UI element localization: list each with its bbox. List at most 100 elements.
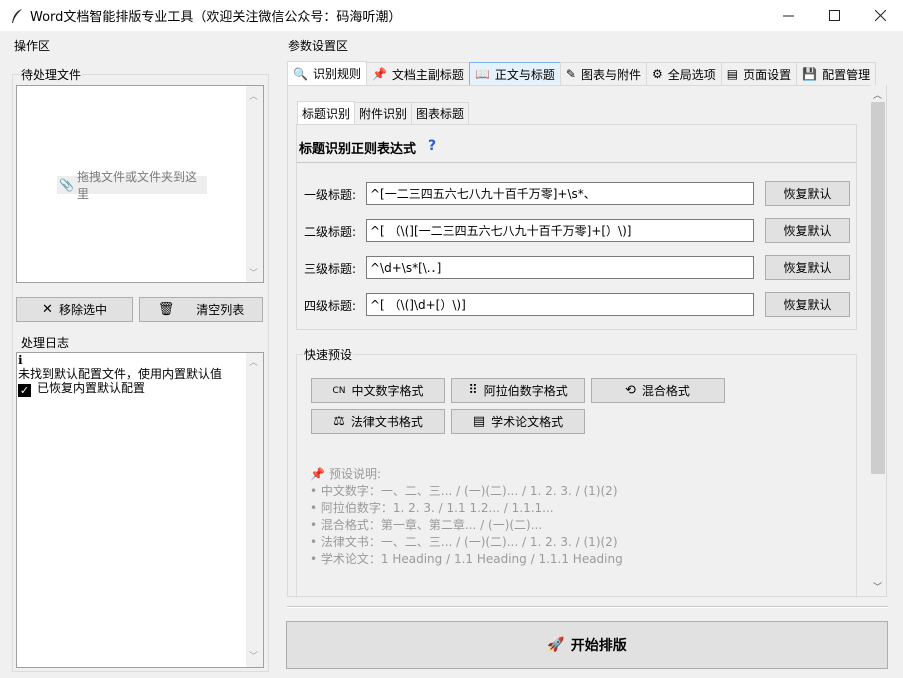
info-icon: ℹ <box>18 353 23 367</box>
pin-icon: 📌 <box>371 67 387 81</box>
preset-mixed-button[interactable]: ⟲ 混合格式 <box>591 378 725 403</box>
notes-title-text: 预设说明: <box>328 467 381 481</box>
log-line-text: 未找到默认配置文件，使用内置默认值 <box>18 367 223 381</box>
preset-chinese-button[interactable]: CN 中文数字格式 <box>311 378 445 403</box>
level1-reset-button[interactable]: 恢复默认 <box>765 181 850 206</box>
note-line: • 学术论文：1 Heading / 1.1 Heading / 1.1.1 H… <box>310 552 623 566</box>
scroll-up-icon[interactable]: ︿ <box>249 89 258 102</box>
page-icon: ▤ <box>726 67 739 81</box>
preset-academic-button[interactable]: ▤ 学术论文格式 <box>451 409 585 434</box>
level2-regex-input[interactable]: ^[ （\(][一二三四五六七八九十百千万零]+[）\)] <box>366 219 754 242</box>
operation-area-label: 操作区 <box>13 37 52 54</box>
parameter-area-label: 参数设置区 <box>287 37 350 54</box>
regex-section-title: 标题识别正则表达式 <box>299 142 417 157</box>
scales-icon: ⚖ <box>333 414 345 429</box>
tab-config-management[interactable]: 💾 配置管理 <box>796 62 877 85</box>
preset-label: 中文数字格式 <box>351 384 424 398</box>
preset-label: 法律文书格式 <box>350 415 423 429</box>
tab-label: 页面设置 <box>743 67 792 82</box>
note-line: • 中文数字：一、二、三... / (一)(二)... / 1. 2. 3. /… <box>310 484 618 498</box>
maximize-icon[interactable] <box>811 0 857 31</box>
level4-label: 四级标题: <box>304 299 357 313</box>
subtab-figure-titles[interactable]: 图表标题 <box>411 102 470 124</box>
clear-list-button[interactable]: 🗑 清空列表 <box>139 297 263 322</box>
pin-icon: 📌 <box>310 467 325 481</box>
minimize-icon[interactable] <box>765 0 811 31</box>
level3-label: 三级标题: <box>304 262 357 276</box>
preset-label: 学术论文格式 <box>491 415 564 429</box>
tab-body-headings[interactable]: 📖 正文与标题 <box>468 62 561 85</box>
level4-regex-input[interactable]: ^[ （\(]\d+[）\)] <box>366 293 754 316</box>
scrollbar-thumb[interactable] <box>871 102 885 474</box>
pending-files-label: 待处理文件 <box>20 66 83 83</box>
tab-global-options[interactable]: ⚙ 全局选项 <box>645 62 722 85</box>
remove-selected-button[interactable]: ✕ 移除选中 <box>16 297 133 322</box>
tab-label: 配置管理 <box>822 67 871 82</box>
log-line: ℹ <box>18 353 263 367</box>
note-line: • 阿拉伯数字：1. 2. 3. / 1.1 1.2... / 1.1.1... <box>310 501 554 515</box>
trash-icon: 🗑 <box>157 302 175 317</box>
sub-tabs: 标题识别 附件识别 图表标题 <box>297 101 470 124</box>
level2-reset-button[interactable]: 恢复默认 <box>765 218 850 243</box>
quick-preset-label: 快速预设 <box>303 346 354 363</box>
tab-label: 全局选项 <box>667 67 716 82</box>
log-scrollbar[interactable]: ︿ ﹀ <box>246 353 263 667</box>
level1-label: 一级标题: <box>304 188 357 202</box>
tab-figures-attachments[interactable]: ✎ 图表与附件 <box>559 62 647 85</box>
tab-doc-titles[interactable]: 📌 文档主副标题 <box>365 62 470 85</box>
level4-reset-button[interactable]: 恢复默认 <box>765 292 850 317</box>
subtab-heading-recognition[interactable]: 标题识别 <box>297 101 356 124</box>
subtab-attachment-recognition[interactable]: 附件识别 <box>354 102 413 124</box>
number-grid-icon: ⠿ <box>468 383 478 398</box>
note-line: • 法律文书：一、二、三... / (一)(二)... / 1. 2. 3. /… <box>310 535 618 549</box>
level2-label: 二级标题: <box>304 225 357 239</box>
level1-regex-input[interactable]: ^[一二三四五六七八九十百千万零]+\s*、 <box>366 182 754 205</box>
scroll-up-icon[interactable]: ︿ <box>249 356 258 370</box>
drop-hint-text: 拖拽文件或文件夹到这里 <box>76 170 197 201</box>
notes-title: 📌 预设说明: <box>310 466 623 483</box>
scroll-down-icon[interactable]: ﹀ <box>873 580 882 593</box>
book-icon: 📖 <box>474 67 490 81</box>
preset-notes: 📌 预设说明: • 中文数字：一、二、三... / (一)(二)... / 1. … <box>310 466 623 568</box>
rocket-icon: 🚀 <box>547 637 565 653</box>
level3-regex-input[interactable]: ^\d+\s*[\.．] <box>366 256 754 279</box>
clear-list-label: 清空列表 <box>196 303 245 317</box>
log-line: ✓ 已恢复内置默认配置 <box>18 381 263 397</box>
tab-recognition-rules[interactable]: 🔍 识别规则 <box>287 61 367 85</box>
tab-label: 识别规则 <box>312 67 361 81</box>
scroll-down-icon[interactable]: ﹀ <box>249 266 258 279</box>
tab-label: 图表与附件 <box>580 67 641 82</box>
preset-legal-button[interactable]: ⚖ 法律文书格式 <box>311 409 445 434</box>
start-format-label: 开始排版 <box>570 638 627 654</box>
title-bar: Word文档智能排版专业工具（欢迎关注微信公众号：码海听潮） <box>0 0 903 31</box>
scroll-up-icon[interactable]: ︿ <box>873 88 882 101</box>
remove-selected-label: 移除选中 <box>58 303 107 317</box>
x-icon: ✕ <box>42 302 53 317</box>
pen-icon: ✎ <box>565 67 576 81</box>
log-label: 处理日志 <box>20 334 71 351</box>
tab-label: 文档主副标题 <box>391 67 464 82</box>
register-icon: ▤ <box>472 414 486 429</box>
paperclip-icon: 📎 <box>59 178 74 192</box>
gear-icon: ⚙ <box>651 67 663 81</box>
check-icon: ✓ <box>18 384 31 397</box>
tab-page-setup[interactable]: ▤ 页面设置 <box>720 62 798 85</box>
help-icon[interactable]: ? <box>428 138 436 154</box>
file-list-scrollbar[interactable]: ︿ ﹀ <box>246 86 263 282</box>
level3-reset-button[interactable]: 恢复默认 <box>765 255 850 280</box>
main-tabs: 🔍 识别规则 📌 文档主副标题 📖 正文与标题 ✎ 图表与附件 ⚙ 全局选项 ▤ 页面设置 … <box>287 61 877 85</box>
tab-label: 正文与标题 <box>494 67 555 82</box>
separator <box>287 606 888 608</box>
preset-arabic-button[interactable]: ⠿ 阿拉伯数字格式 <box>451 378 585 403</box>
save-icon: 💾 <box>802 67 818 81</box>
drop-hint: 📎 拖拽文件或文件夹到这里 <box>57 170 207 201</box>
scroll-down-icon[interactable]: ﹀ <box>249 650 258 664</box>
preset-label: 混合格式 <box>641 384 690 398</box>
cn-icon: CN <box>332 385 346 396</box>
divider <box>297 162 856 163</box>
log-line-text: 已恢复内置默认配置 <box>37 381 146 395</box>
start-format-button[interactable]: 🚀 开始排版 <box>286 621 888 669</box>
window-title: Word文档智能排版专业工具（欢迎关注微信公众号：码海听潮） <box>30 10 402 25</box>
close-icon[interactable] <box>857 0 903 31</box>
log-area[interactable]: ℹ 未找到默认配置文件，使用内置默认值 ✓ 已恢复内置默认配置 ︿ ﹀ <box>16 352 264 668</box>
